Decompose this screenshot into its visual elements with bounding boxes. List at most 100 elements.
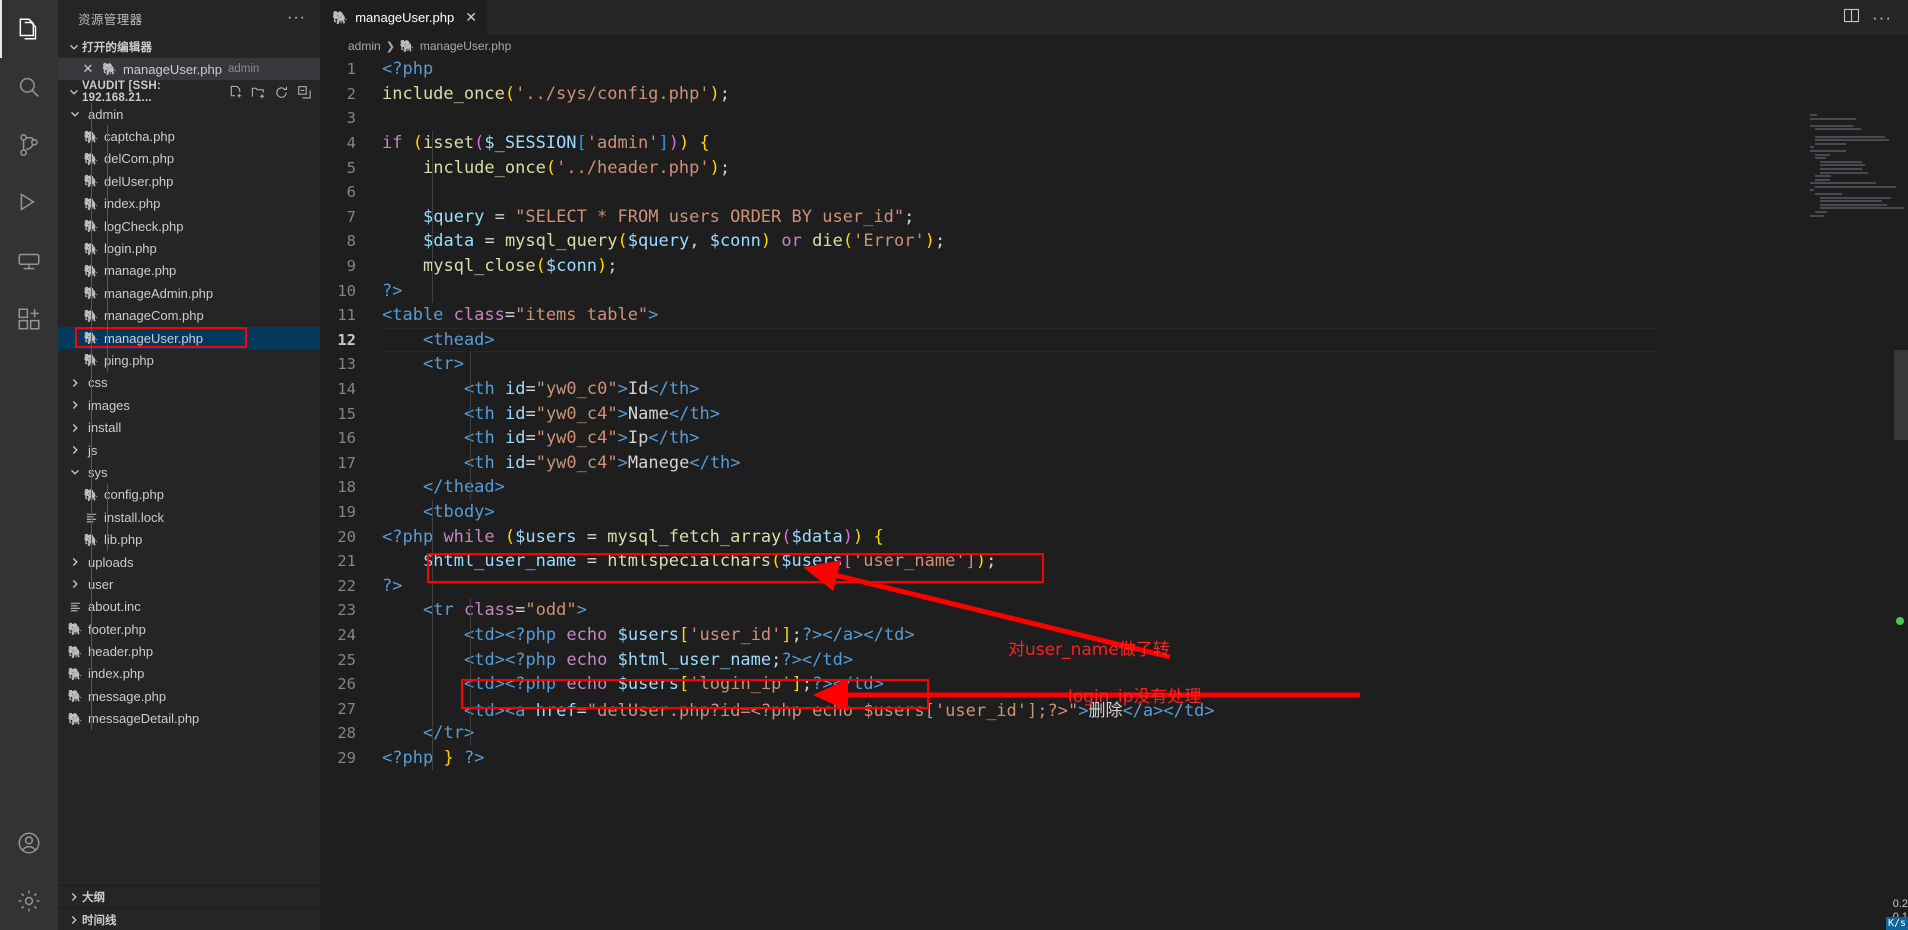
breadcrumb[interactable]: admin ❯ 🐘 manageUser.php	[320, 35, 1908, 57]
code-line-12[interactable]: 12 <thead>	[320, 327, 1908, 353]
activitybar-source-control[interactable]	[0, 116, 58, 174]
close-icon[interactable]: ✕	[465, 9, 477, 26]
sidebar-more-actions-icon[interactable]: ···	[281, 9, 312, 27]
code-line-29[interactable]: 29 <?php } ?>	[320, 746, 1908, 771]
code-line-28[interactable]: 28 </tr>	[320, 721, 1908, 746]
code-line-21[interactable]: 21 $html_user_name = htmlspecialchars($u…	[320, 549, 1908, 574]
section-open-editors[interactable]: 打开的编辑器	[58, 36, 320, 58]
tree-item-install-lock[interactable]: install.lock	[58, 506, 320, 528]
minimap-line	[1820, 196, 1891, 199]
activitybar-account[interactable]	[0, 814, 58, 872]
tree-item-uploads[interactable]: uploads	[58, 551, 320, 573]
php-file-icon: 🐘	[67, 689, 83, 704]
scrollbar-thumb[interactable]	[1894, 350, 1908, 440]
tree-item-logCheck-php[interactable]: 🐘logCheck.php	[58, 215, 320, 237]
code-line-20[interactable]: 20 <?php while ($users = mysql_fetch_arra…	[320, 524, 1908, 549]
line-content: $html_user_name = htmlspecialchars($user…	[423, 551, 997, 572]
code-line-4[interactable]: 4 if (isset($_SESSION['admin'])) {	[320, 131, 1908, 156]
refresh-icon[interactable]	[271, 82, 291, 102]
code-line-3[interactable]: 3	[320, 106, 1908, 131]
activitybar-explorer[interactable]	[0, 0, 58, 58]
code-line-15[interactable]: 15 <th id="yw0_c4">Name</th>	[320, 401, 1908, 426]
more-actions-icon[interactable]: ···	[1872, 8, 1892, 28]
tree-item-images[interactable]: images	[58, 394, 320, 416]
minimap[interactable]	[1810, 114, 1905, 217]
line-number: 24	[337, 625, 356, 644]
status-upload: 0.2	[1892, 898, 1908, 910]
tree-item-delUser-php[interactable]: 🐘delUser.php	[58, 170, 320, 192]
code-editor[interactable]: 1 <?php 2 include_once('../sys/config.php')…	[320, 57, 1908, 930]
line-content: <tr class="odd">	[423, 600, 587, 621]
tree-item-index-php[interactable]: 🐘index.php	[58, 193, 320, 215]
code-line-6[interactable]: 6	[320, 180, 1908, 205]
tree-item-index-php[interactable]: 🐘index.php	[58, 663, 320, 685]
run-debug-icon	[16, 190, 42, 216]
tree-item-ping-php[interactable]: 🐘ping.php	[58, 349, 320, 371]
editor-vertical-scrollbar[interactable]	[1894, 92, 1908, 930]
new-file-icon[interactable]	[225, 82, 245, 102]
code-line-7[interactable]: 7 $query = "SELECT * FROM users ORDER BY…	[320, 205, 1908, 230]
minimap-line	[1820, 167, 1863, 170]
tree-item-label: manageAdmin.php	[104, 285, 214, 301]
activitybar-search[interactable]	[0, 58, 58, 116]
section-workspace[interactable]: VAUDIT [SSH: 192.168.21...	[58, 80, 320, 104]
chevron-right-icon	[66, 556, 84, 568]
activitybar-settings[interactable]	[0, 872, 58, 930]
breadcrumb-file[interactable]: manageUser.php	[420, 39, 511, 53]
tree-item-sys[interactable]: sys	[58, 461, 320, 483]
line-number: 26	[337, 675, 356, 694]
code-line-2[interactable]: 2 include_once('../sys/config.php');	[320, 82, 1908, 107]
tree-item-about-inc[interactable]: about.inc	[58, 596, 320, 618]
activitybar-extensions[interactable]	[0, 290, 58, 348]
open-editor-item[interactable]: ✕ 🐘 manageUser.php admin	[58, 58, 320, 80]
new-folder-icon[interactable]	[248, 82, 268, 102]
code-line-9[interactable]: 9 mysql_close($conn);	[320, 254, 1908, 279]
code-line-1[interactable]: 1 <?php	[320, 57, 1908, 82]
tree-item-lib-php[interactable]: 🐘lib.php	[58, 528, 320, 550]
tree-item-manageAdmin-php[interactable]: 🐘manageAdmin.php	[58, 282, 320, 304]
activitybar-run-debug[interactable]	[0, 174, 58, 232]
tree-item-manage-php[interactable]: 🐘manage.php	[58, 260, 320, 282]
tree-item-config-php[interactable]: 🐘config.php	[58, 484, 320, 506]
tree-item-manageCom-php[interactable]: 🐘manageCom.php	[58, 305, 320, 327]
code-line-23[interactable]: 23 <tr class="odd">	[320, 598, 1908, 623]
tree-item-user[interactable]: user	[58, 573, 320, 595]
line-number: 7	[346, 207, 356, 226]
tree-item-captcha-php[interactable]: 🐘captcha.php	[58, 125, 320, 147]
code-line-14[interactable]: 14 <th id="yw0_c0">Id</th>	[320, 377, 1908, 402]
tree-item-message-php[interactable]: 🐘 message.php	[58, 685, 320, 707]
tree-item-label: manage.php	[104, 263, 177, 279]
line-number: 25	[337, 650, 356, 669]
code-line-11[interactable]: 11 <table class="items table">	[320, 303, 1908, 328]
code-line-19[interactable]: 19 <tbody>	[320, 500, 1908, 525]
tree-item-header-php[interactable]: 🐘 header.php	[58, 640, 320, 662]
code-line-18[interactable]: 18 </thead>	[320, 475, 1908, 500]
code-line-16[interactable]: 16 <th id="yw0_c4">Ip</th>	[320, 426, 1908, 451]
tree-item-admin[interactable]: admin	[58, 103, 320, 125]
tree-item-manageUser-php[interactable]: 🐘manageUser.php	[58, 326, 320, 350]
split-editor-icon[interactable]	[1843, 7, 1860, 29]
tree-item-messageDetail-php[interactable]: 🐘 messageDetail.php	[58, 708, 320, 730]
panel-outline[interactable]: 大纲	[58, 886, 320, 908]
activitybar-remote-explorer[interactable]	[0, 232, 58, 290]
tree-item-footer-php[interactable]: 🐘 footer.php	[58, 618, 320, 640]
code-line-10[interactable]: 10 ?>	[320, 278, 1908, 303]
file-tree[interactable]: admin🐘captcha.php🐘delCom.php🐘delUser.php…	[58, 103, 320, 885]
breadcrumb-folder[interactable]: admin	[348, 39, 381, 53]
tree-item-install[interactable]: install	[58, 416, 320, 438]
code-line-22[interactable]: 22 ?>	[320, 573, 1908, 598]
close-icon[interactable]: ✕	[80, 61, 96, 77]
tree-item-css[interactable]: css	[58, 372, 320, 394]
tree-item-delCom-php[interactable]: 🐘delCom.php	[58, 148, 320, 170]
tab-manageUser-php[interactable]: 🐘 manageUser.php ✕	[320, 0, 488, 35]
code-line-8[interactable]: 8 $data = mysql_query($query, $conn) or …	[320, 229, 1908, 254]
tree-item-js[interactable]: js	[58, 439, 320, 461]
code-lines[interactable]: 1 <?php 2 include_once('../sys/config.php')…	[320, 57, 1908, 771]
code-line-17[interactable]: 17 <th id="yw0_c4">Manege</th>	[320, 451, 1908, 476]
code-line-5[interactable]: 5 include_once('../header.php');	[320, 155, 1908, 180]
line-content: include_once('../sys/config.php');	[382, 83, 731, 104]
collapse-all-icon[interactable]	[294, 82, 314, 102]
panel-timeline[interactable]: 时间线	[58, 908, 320, 930]
code-line-13[interactable]: 13 <tr>	[320, 352, 1908, 377]
tree-item-login-php[interactable]: 🐘login.php	[58, 237, 320, 259]
